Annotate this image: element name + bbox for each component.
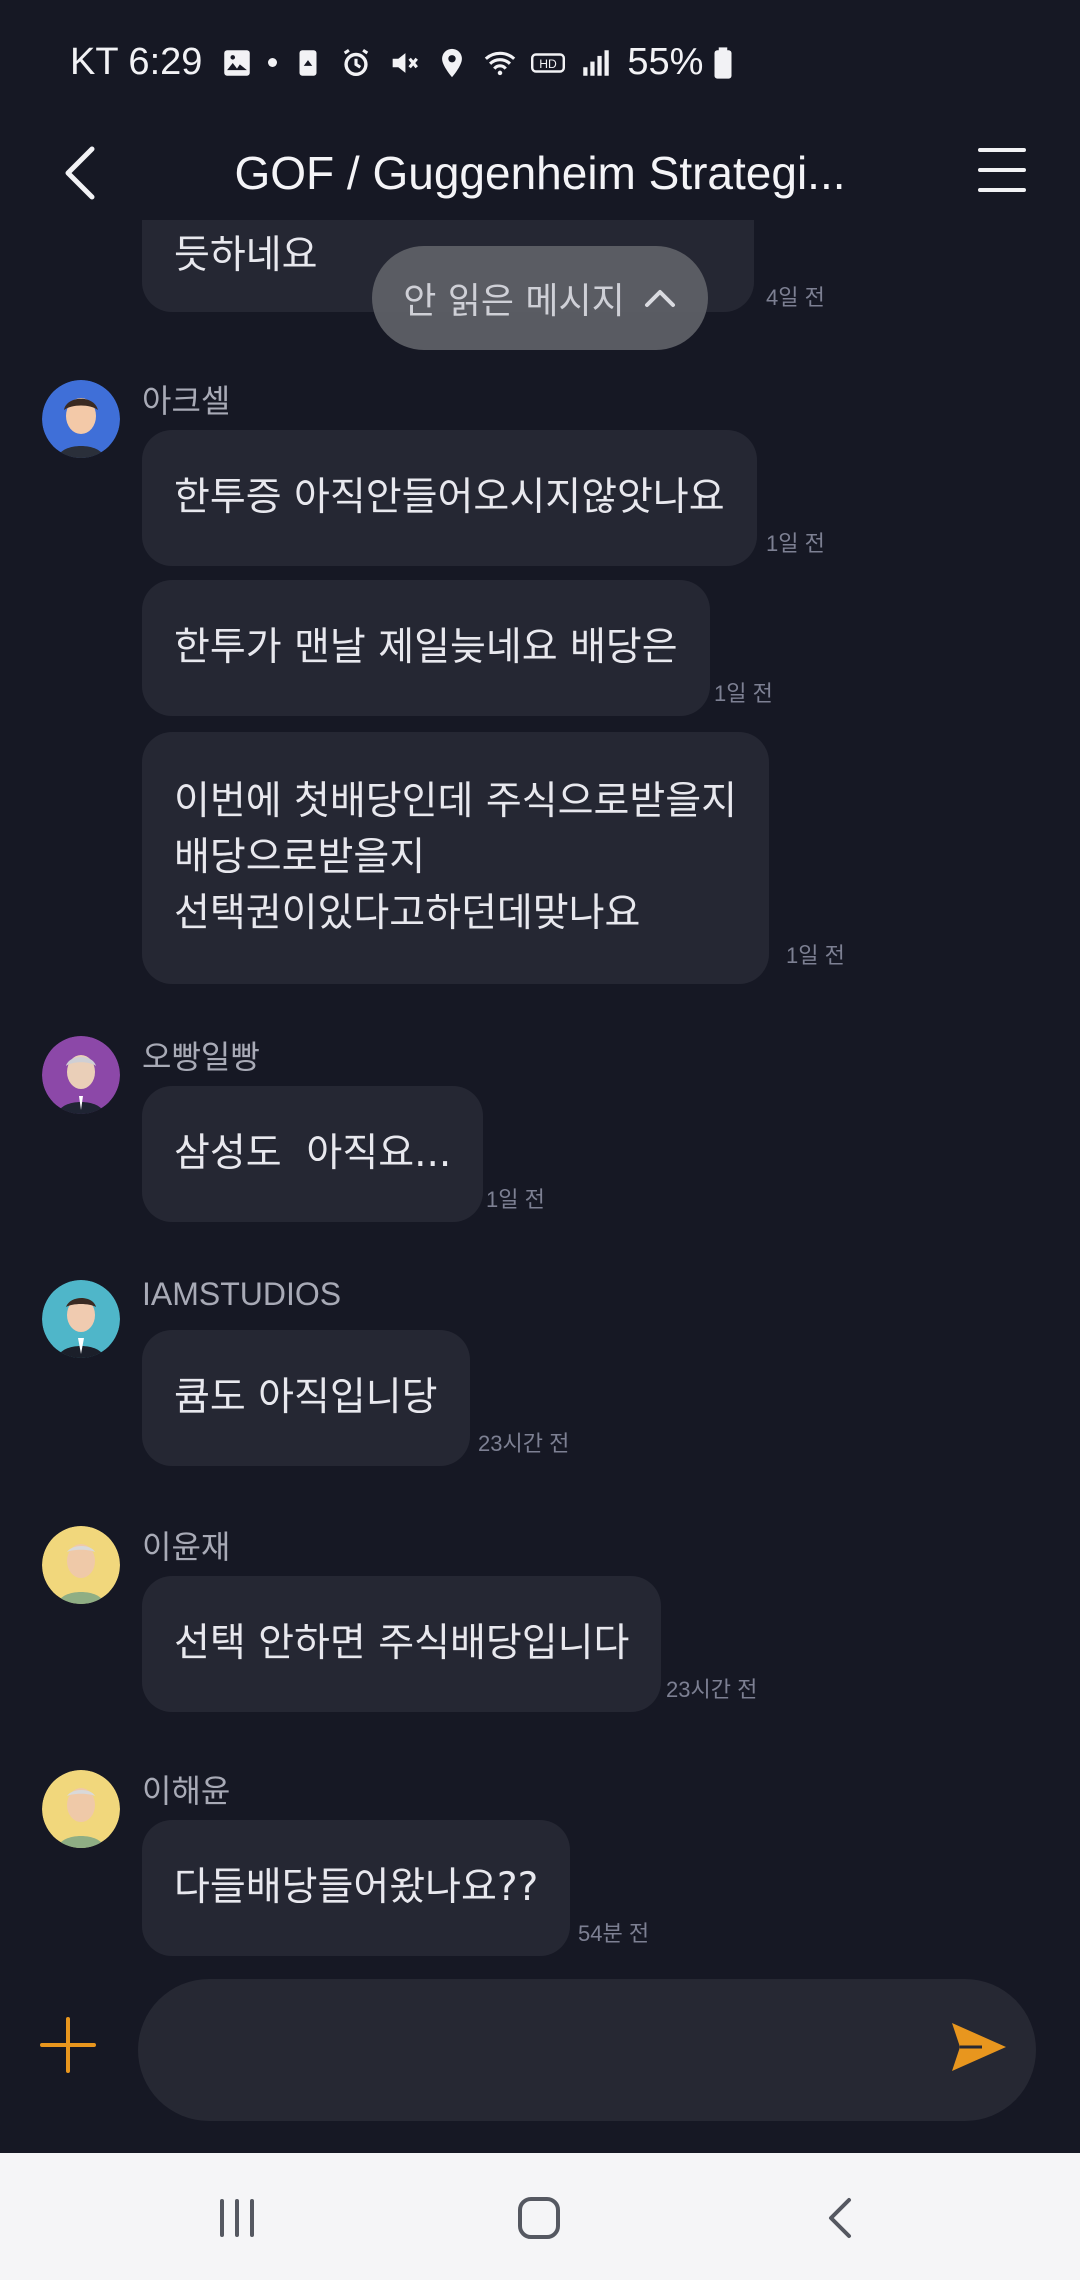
chevron-left-icon xyxy=(65,146,95,200)
sender-name: 오빵일빵 xyxy=(142,1039,260,1075)
message-time: 23시간 전 xyxy=(666,1677,758,1702)
chat-title: GOF / Guggenheim Strategi... xyxy=(234,146,846,199)
message-text: 한투가 맨날 제일늦네요 배당은 xyxy=(174,625,678,670)
battery-icon xyxy=(714,46,732,79)
status-bar: KT 6:29 HD 55% xyxy=(0,0,1080,125)
message-line: 이번에 첫배당인데 주식으로받을지 xyxy=(174,779,737,824)
back-arrow-icon xyxy=(829,2198,851,2238)
chat-header: GOF / Guggenheim Strategi... xyxy=(0,125,1080,220)
avatar[interactable] xyxy=(42,380,120,458)
message-time: 1일 전 xyxy=(714,681,773,706)
attach-button[interactable] xyxy=(38,2015,98,2075)
sender-name: 이해윤 xyxy=(142,1773,231,1809)
message-bubble: 삼성도 아직요... xyxy=(142,1086,484,1222)
message-input[interactable] xyxy=(138,1979,1036,2121)
location-icon xyxy=(442,48,463,77)
menu-button[interactable] xyxy=(972,135,1032,205)
hamburger-menu-icon xyxy=(978,148,1026,192)
back-button[interactable] xyxy=(50,133,110,213)
avatar[interactable] xyxy=(42,1526,120,1604)
plus-icon xyxy=(40,2017,96,2073)
message-text: 듯하네요 xyxy=(174,233,318,278)
message-text: 다들배당들어왔나요?? xyxy=(174,1865,539,1910)
avatar[interactable] xyxy=(42,1036,120,1114)
message-bubble: 한투증 아직안들어오시지않앗나요 xyxy=(142,430,757,566)
dot-icon xyxy=(268,58,278,67)
message-bubble: 이번에 첫배당인데 주식으로받을지 배당으로받을지 선택권이있다고하던데맞나요 xyxy=(142,732,769,984)
hd-icon: HD xyxy=(531,52,566,73)
message-bubble: 한투가 맨날 제일늦네요 배당은 xyxy=(142,580,710,716)
avatar[interactable] xyxy=(42,1770,120,1848)
sender-name: 아크셀 xyxy=(142,383,231,419)
chevron-up-icon xyxy=(644,290,675,307)
avatar[interactable] xyxy=(42,1280,120,1358)
svg-text:HD: HD xyxy=(540,56,558,70)
message-time: 1일 전 xyxy=(486,1187,545,1212)
unread-label: 안 읽은 메시지 xyxy=(403,281,625,322)
alarm-icon xyxy=(344,48,369,76)
wifi-icon xyxy=(485,51,516,75)
signal-icon xyxy=(583,49,610,76)
unread-messages-button[interactable]: 안 읽은 메시지 xyxy=(372,246,708,350)
message-bubble: 큠도 아직입니당 xyxy=(142,1330,470,1466)
message-text: 선택 안하면 주식배당입니다 xyxy=(174,1621,630,1666)
message-text: 삼성도 아직요... xyxy=(174,1131,452,1176)
composer xyxy=(0,1965,1080,2155)
message-bubble: 선택 안하면 주식배당입니다 xyxy=(142,1576,662,1712)
carrier-time: KT 6:29 xyxy=(70,41,203,83)
message-time: 1일 전 xyxy=(766,531,825,556)
message-text: 한투증 아직안들어오시지않앗나요 xyxy=(174,475,725,520)
system-nav-bar xyxy=(0,2153,1080,2280)
message-bubble: 다들배당들어왔나요?? xyxy=(142,1820,571,1956)
message-time: 1일 전 xyxy=(786,943,845,968)
battery-percent: 55% xyxy=(627,41,704,83)
recycle-icon xyxy=(299,49,317,76)
message-time: 23시간 전 xyxy=(478,1431,570,1456)
send-icon xyxy=(952,2023,1006,2071)
mute-icon xyxy=(393,52,419,73)
message-time: 4일 전 xyxy=(766,285,825,310)
image-icon xyxy=(224,49,251,76)
recent-apps-icon xyxy=(220,2199,254,2237)
send-button[interactable] xyxy=(948,2017,1008,2077)
system-back-button[interactable] xyxy=(806,2183,876,2253)
recent-apps-button[interactable] xyxy=(202,2183,272,2253)
message-line: 선택권이있다고하던데맞나요 xyxy=(174,891,641,936)
message-time: 54분 전 xyxy=(578,1921,650,1946)
message-line: 배당으로받을지 xyxy=(174,835,426,880)
home-button[interactable] xyxy=(504,2183,574,2253)
home-icon xyxy=(518,2197,560,2239)
message-list[interactable]: 듯하네요 4일 전 아크셀 한투증 아직안들어오시지않앗나요 1일 전 한투가 … xyxy=(0,220,1080,1965)
sender-name: IAMSTUDIOS xyxy=(142,1276,342,1312)
sender-name: 이윤재 xyxy=(142,1529,231,1565)
message-text: 큠도 아직입니당 xyxy=(174,1375,438,1420)
